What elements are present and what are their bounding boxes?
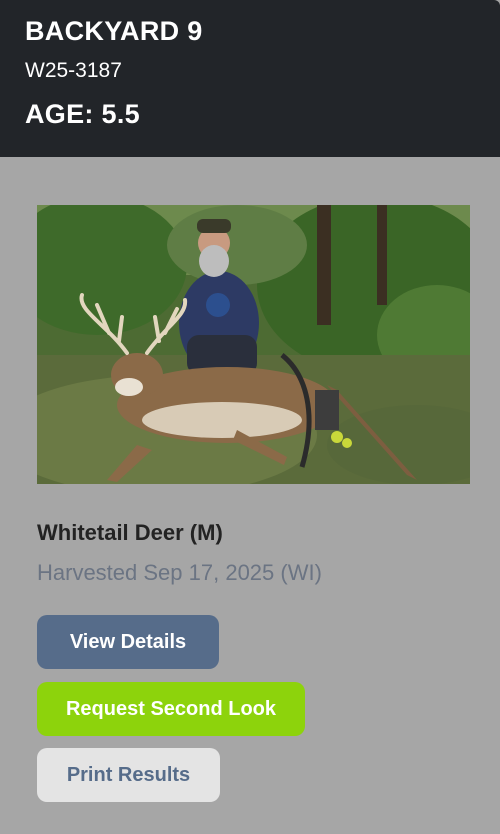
result-header: BACKYARD 9 W25-3187 AGE: 5.5 <box>0 0 500 157</box>
view-details-button[interactable]: View Details <box>37 615 219 669</box>
entry-code: W25-3187 <box>25 59 122 82</box>
request-second-look-button[interactable]: Request Second Look <box>37 682 305 736</box>
print-results-button[interactable]: Print Results <box>37 748 220 802</box>
species-label: Whitetail Deer (M) <box>37 520 223 545</box>
harvest-photo <box>37 205 470 484</box>
location-title: BACKYARD 9 <box>25 16 203 46</box>
harvest-date: Harvested Sep 17, 2025 (WI) <box>37 560 322 585</box>
age-estimate: AGE: 5.5 <box>25 99 140 129</box>
